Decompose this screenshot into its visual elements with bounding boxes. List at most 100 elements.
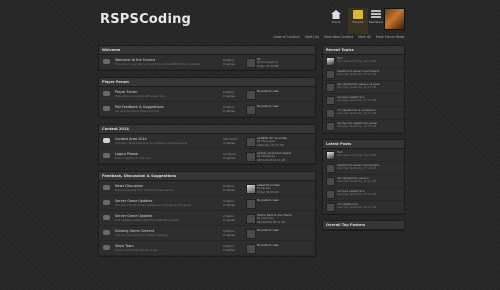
category-title[interactable]: Player Forum [99,78,315,87]
forum-row[interactable]: Welcome to the Forums The place to say h… [99,55,315,70]
forum-read-icon [103,245,110,250]
last-post-info: No posts to view [257,90,315,94]
last-poster-avatar[interactable] [246,57,256,68]
last-poster-avatar[interactable] [246,151,256,162]
topic-time: Today, 02:15 PM [354,59,377,63]
nav-members-button[interactable]: Members [366,8,386,34]
forum-stats: 8 topics 9 replies [223,58,235,66]
forum-title[interactable]: Logica Please [115,152,138,156]
avatar[interactable] [326,83,335,92]
forum-stats: 0 topics 0 replies [223,90,235,98]
last-poster-avatar[interactable] [246,136,256,147]
category-title[interactable]: Feedback, Discussion & Suggestions [99,172,315,181]
avatar[interactable] [326,203,335,212]
topic-meta: Gavrygie [337,85,349,89]
forum-title[interactable]: Poll Feedback & Suggestions [115,105,164,109]
last-post-title: No posts to view [257,89,279,93]
avatar[interactable] [326,70,335,79]
forum-row[interactable]: Contest Area 2014 Compete, Show Everyone… [99,134,315,149]
forum-title[interactable]: Server Game Updates [115,199,152,203]
forum-stats: 13 topics 3 replies [223,152,236,160]
forum-row[interactable]: Logica Please How is logging of code run… [99,149,315,164]
forum-title[interactable]: Server Game Updates [115,214,152,218]
reply-count: 0 replies [223,248,235,252]
avatar[interactable] [326,190,335,199]
forum-description: The place to say hello and get to know t… [115,62,201,66]
forum-read-icon [103,59,110,64]
page: RSPSCoding Home Forums Members Code of C… [0,0,500,290]
link-view-new-content[interactable]: View New Content [324,35,353,39]
post-meta: Gavrygie [337,179,349,183]
recent-topic-item[interactable]: сегодня заработать Gavrygie Yesterday, 07… [323,94,404,107]
recent-topic-item[interactable]: Hort Hort Spencer Today, 02:15 PM [323,55,404,68]
forum-title[interactable]: Welcome to the Forums [115,58,155,62]
forum-row[interactable]: Poll Feedback & Suggestions Let us know … [99,102,315,117]
post-time: Yesterday, 10:11 AM [349,205,377,209]
forum-row[interactable]: Ships Town Support with Ships Points, to… [99,241,315,256]
latest-post-item[interactable]: как заработать деньги Gavrygie Yesterday,… [323,175,404,188]
post-time: Yesterday, 07:33 AM [349,192,377,196]
forum-title[interactable]: Ships Town [115,244,134,248]
recent-topic-item[interactable]: как быстро заработать денег Gavrygie Yest… [323,120,404,133]
topic-meta: Hort Spencer [337,59,355,63]
forum-read-icon [103,200,110,205]
forum-title[interactable]: Contest Area 2014 [115,137,147,141]
category-contest-2014: Contest 2014 Contest Area 2014 Compete, … [98,124,316,165]
reply-count: 3 replies [223,141,235,145]
site-logo[interactable]: RSPSCoding [100,12,191,27]
avatar[interactable] [326,109,335,118]
forum-stats: 399 topics 3 replies [223,137,238,145]
avatar[interactable] [326,164,335,173]
user-avatar[interactable] [384,8,405,30]
last-poster-avatar[interactable] [246,213,256,224]
category-title[interactable]: Contest 2014 [99,125,315,134]
post-time: Today, 02:15 PM [354,153,377,157]
nav-forums-button[interactable]: Forums [348,8,368,34]
last-post-info: No posts to view [257,105,315,109]
last-post-time: Today, 04:10 AM [257,190,279,194]
avatar[interactable] [326,57,335,66]
recent-topic-item[interactable]: что заработать в интернете Gavrygie Yeste… [323,107,404,120]
last-post-info: Latest forum files By Rachee Today, 04:10 … [257,184,315,195]
latest-post-item[interactable]: Hort Hort Spencer Today, 02:15 PM [323,149,404,162]
forum-title[interactable]: Player Forum [115,90,137,94]
forum-description: Discussing news from others by Haws abou… [115,188,175,192]
top-posters-panel: Overall Top Posters [322,220,405,231]
last-post-info: Hi! By Hort Spencer Today, 02:15 PM [257,58,315,69]
forum-row[interactable]: Player Forum Help share your game with p… [99,87,315,102]
reply-count: 3 replies [223,156,235,160]
forum-row[interactable]: Server Game Updates Find updates posted … [99,211,315,226]
last-poster-avatar[interactable] [246,183,256,194]
forum-description: Support with Ships Points, to get ... [115,248,161,252]
category-title[interactable]: Welcome [99,46,315,55]
nav-home-button[interactable]: Home [326,8,346,34]
avatar[interactable] [326,151,335,160]
forum-row[interactable]: Server Game Updates The server finds nam… [99,196,315,211]
latest-post-item[interactable]: сегодня заработать Gavrygie Yesterday, 07… [323,188,404,201]
link-mark-all[interactable]: Mark All [358,35,371,39]
recent-topic-item[interactable]: как заработать деньги за день Gavrygie Ye… [323,81,404,94]
sidebar: Recent Topics Hort Hort Spencer Today, 02… [322,45,405,236]
recent-topic-item[interactable]: заработать денег в интернете Gavrygie Yes… [323,68,404,81]
link-mark-forum-read[interactable]: Mark Forum Read [376,35,404,39]
reply-count: 9 replies [223,203,235,207]
forum-row[interactable]: Existing Game Content This is a new rule… [99,226,315,241]
forum-title[interactable]: News Discussion [115,184,143,188]
recent-topics-title: Recent Topics [323,46,404,55]
forum-list: Welcome Welcome to the Forums The place … [98,45,316,263]
latest-post-item[interactable]: заработать денег в интернете Gavrygie Yes… [323,162,404,175]
avatar[interactable] [326,122,335,131]
category-welcome: Welcome Welcome to the Forums The place … [98,45,316,71]
link-staff-list[interactable]: Staff List [305,35,319,39]
latest-post-item[interactable]: что заработать Gavrygie Yesterday, 10:11 … [323,201,404,214]
forum-description: Find updates posted about the RSPSCRS up… [115,218,180,222]
nav-home-label: Home [331,20,341,24]
last-poster-avatar [246,228,256,239]
forum-row[interactable]: News Discussion Discussing news from oth… [99,181,315,196]
avatar[interactable] [326,177,335,186]
avatar[interactable] [326,96,335,105]
forum-title[interactable]: Existing Game Content [115,229,154,233]
link-code-of-conduct[interactable]: Code of Conduct [273,35,300,39]
topic-time: Yesterday, 07:33 AM [349,98,377,102]
last-post-title: No posts to view [257,243,279,247]
